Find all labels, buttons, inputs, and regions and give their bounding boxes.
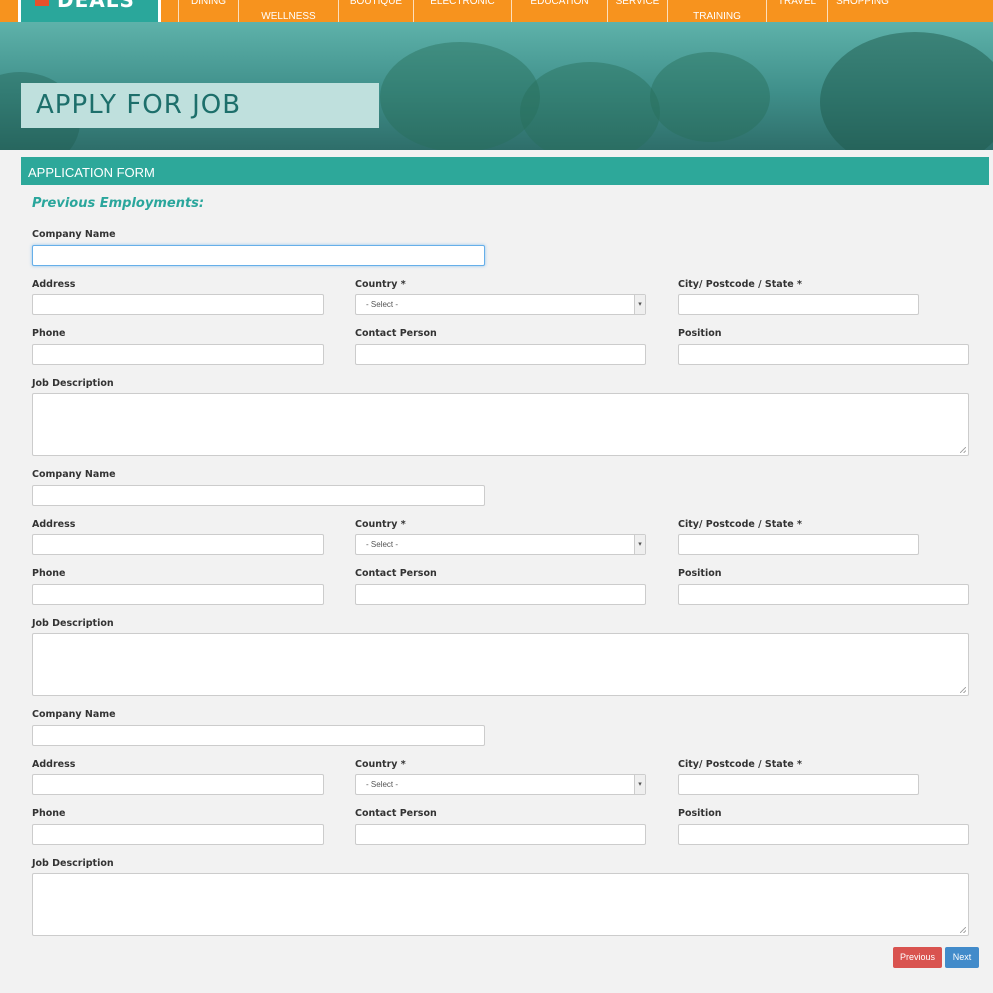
phone-label: Phone [32, 568, 66, 579]
city-input[interactable] [678, 294, 919, 315]
job-description-label: Job Description [32, 618, 114, 629]
page-title-box: APPLY FOR JOB [21, 83, 379, 128]
resize-grip-icon[interactable] [960, 447, 966, 453]
nav-item[interactable]: DINING [178, 0, 238, 22]
contact-person-label: Contact Person [355, 808, 437, 819]
job-description-label: Job Description [32, 378, 114, 389]
resize-grip-icon[interactable] [960, 687, 966, 693]
country-label: Country * [355, 759, 406, 770]
address-input[interactable] [32, 534, 324, 555]
nav-item[interactable]: TRAVEL [766, 0, 827, 22]
form-header-title: APPLICATION FORM [28, 165, 155, 180]
chevron-down-icon[interactable]: ▾ [634, 295, 645, 314]
country-select[interactable]: - Select - ▾ [355, 294, 646, 315]
nav-menu: DINING WELLNESS BOUTIQUE ELECTRONIC EDUCATIO… [178, 0, 897, 22]
next-button[interactable]: Next [945, 947, 979, 968]
chevron-down-icon[interactable]: ▾ [634, 775, 645, 794]
contact-person-label: Contact Person [355, 328, 437, 339]
form-header: APPLICATION FORM [21, 157, 989, 185]
page-banner: APPLY FOR JOB [0, 22, 993, 150]
nav-item-label: TRAVEL [777, 0, 817, 7]
country-select-value: - Select - [366, 300, 399, 309]
country-select[interactable]: - Select - ▾ [355, 774, 646, 795]
phone-input[interactable] [32, 344, 324, 365]
nav-item-label: SERVICE [615, 0, 660, 7]
country-label: Country * [355, 519, 406, 530]
city-label: City/ Postcode / State * [678, 519, 802, 530]
nav-item[interactable]: SERVICE [607, 0, 667, 22]
company-name-input[interactable] [32, 725, 485, 746]
nav-item-label: SHOPPING [836, 0, 889, 7]
city-input[interactable] [678, 534, 919, 555]
contact-person-input[interactable] [355, 824, 646, 845]
address-label: Address [32, 519, 76, 530]
nav-item-label: BOUTIQUE [349, 0, 403, 7]
company-name-input[interactable] [32, 245, 485, 266]
country-select-value: - Select - [366, 540, 399, 549]
country-label: Country * [355, 279, 406, 290]
nav-item[interactable]: BOUTIQUE [338, 0, 413, 22]
job-description-label: Job Description [32, 858, 114, 869]
city-label: City/ Postcode / State * [678, 279, 802, 290]
nav-item-label: EDUCATION [530, 0, 589, 7]
position-input[interactable] [678, 584, 969, 605]
position-label: Position [678, 568, 722, 579]
country-select-value: - Select - [366, 780, 399, 789]
position-input[interactable] [678, 824, 969, 845]
city-label: City/ Postcode / State * [678, 759, 802, 770]
position-label: Position [678, 328, 722, 339]
position-input[interactable] [678, 344, 969, 365]
logo-text: DEALS [57, 0, 135, 12]
job-description-textarea[interactable] [32, 393, 969, 456]
contact-person-input[interactable] [355, 344, 646, 365]
nav-item-label: DINING [191, 0, 226, 7]
chevron-down-icon[interactable]: ▾ [634, 535, 645, 554]
city-input[interactable] [678, 774, 919, 795]
nav-item-label: ELECTRONIC [430, 0, 495, 7]
address-input[interactable] [32, 294, 324, 315]
address-input[interactable] [32, 774, 324, 795]
top-navigation: DEALS DINING WELLNESS BOUTIQUE ELECTRONIC ED… [0, 0, 993, 37]
nav-item[interactable]: EDUCATION [511, 0, 607, 22]
nav-item[interactable]: WELLNESS [238, 0, 338, 22]
position-label: Position [678, 808, 722, 819]
contact-person-input[interactable] [355, 584, 646, 605]
phone-label: Phone [32, 328, 66, 339]
resize-grip-icon[interactable] [960, 927, 966, 933]
company-name-input[interactable] [32, 485, 485, 506]
company-name-label: Company Name [32, 709, 116, 720]
logo-tag-icon [35, 0, 49, 6]
contact-person-label: Contact Person [355, 568, 437, 579]
country-select[interactable]: - Select - ▾ [355, 534, 646, 555]
nav-item[interactable]: ELECTRONIC [413, 0, 511, 22]
page-title: APPLY FOR JOB [36, 90, 242, 120]
address-label: Address [32, 759, 76, 770]
nav-item-label: TRAINING [693, 11, 741, 22]
job-description-textarea[interactable] [32, 873, 969, 936]
nav-item[interactable]: SHOPPING [827, 0, 897, 22]
job-description-textarea[interactable] [32, 633, 969, 696]
address-label: Address [32, 279, 76, 290]
phone-input[interactable] [32, 824, 324, 845]
company-name-label: Company Name [32, 469, 116, 480]
phone-input[interactable] [32, 584, 324, 605]
nav-item[interactable]: TRAINING [667, 0, 766, 22]
nav-item-label: WELLNESS [261, 11, 316, 22]
section-title: Previous Employments: [32, 196, 205, 211]
phone-label: Phone [32, 808, 66, 819]
previous-button[interactable]: Previous [893, 947, 942, 968]
company-name-label: Company Name [32, 229, 116, 240]
